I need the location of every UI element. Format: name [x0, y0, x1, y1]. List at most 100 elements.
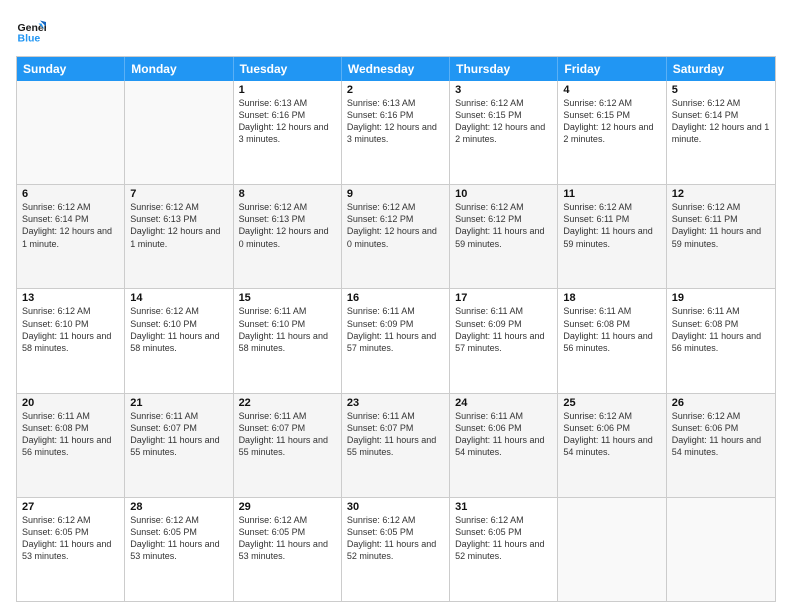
- cell-sun-info: Sunrise: 6:11 AM Sunset: 6:09 PM Dayligh…: [455, 305, 552, 354]
- day-number: 6: [22, 188, 119, 200]
- day-number: 16: [347, 292, 444, 304]
- page: General Blue SundayMondayTuesdayWednesda…: [0, 0, 792, 612]
- calendar-cell: 30Sunrise: 6:12 AM Sunset: 6:05 PM Dayli…: [342, 498, 450, 601]
- cell-sun-info: Sunrise: 6:12 AM Sunset: 6:05 PM Dayligh…: [347, 514, 444, 563]
- cell-sun-info: Sunrise: 6:12 AM Sunset: 6:14 PM Dayligh…: [22, 201, 119, 250]
- cell-sun-info: Sunrise: 6:12 AM Sunset: 6:05 PM Dayligh…: [455, 514, 552, 563]
- cell-sun-info: Sunrise: 6:12 AM Sunset: 6:10 PM Dayligh…: [22, 305, 119, 354]
- cell-sun-info: Sunrise: 6:11 AM Sunset: 6:07 PM Dayligh…: [347, 410, 444, 459]
- weekday-header-tuesday: Tuesday: [234, 57, 342, 81]
- calendar-cell: 15Sunrise: 6:11 AM Sunset: 6:10 PM Dayli…: [234, 289, 342, 392]
- day-number: 1: [239, 84, 336, 96]
- calendar-cell: 7Sunrise: 6:12 AM Sunset: 6:13 PM Daylig…: [125, 185, 233, 288]
- day-number: 30: [347, 501, 444, 513]
- calendar-cell: 18Sunrise: 6:11 AM Sunset: 6:08 PM Dayli…: [558, 289, 666, 392]
- day-number: 3: [455, 84, 552, 96]
- calendar-cell: 28Sunrise: 6:12 AM Sunset: 6:05 PM Dayli…: [125, 498, 233, 601]
- calendar-cell: 17Sunrise: 6:11 AM Sunset: 6:09 PM Dayli…: [450, 289, 558, 392]
- weekday-header-thursday: Thursday: [450, 57, 558, 81]
- day-number: 5: [672, 84, 770, 96]
- calendar-cell: 20Sunrise: 6:11 AM Sunset: 6:08 PM Dayli…: [17, 394, 125, 497]
- weekday-header-friday: Friday: [558, 57, 666, 81]
- weekday-header-monday: Monday: [125, 57, 233, 81]
- day-number: 13: [22, 292, 119, 304]
- weekday-header-wednesday: Wednesday: [342, 57, 450, 81]
- day-number: 19: [672, 292, 770, 304]
- day-number: 26: [672, 397, 770, 409]
- cell-sun-info: Sunrise: 6:11 AM Sunset: 6:08 PM Dayligh…: [22, 410, 119, 459]
- calendar-cell: 26Sunrise: 6:12 AM Sunset: 6:06 PM Dayli…: [667, 394, 775, 497]
- cell-sun-info: Sunrise: 6:12 AM Sunset: 6:13 PM Dayligh…: [239, 201, 336, 250]
- weekday-header-saturday: Saturday: [667, 57, 775, 81]
- day-number: 4: [563, 84, 660, 96]
- day-number: 25: [563, 397, 660, 409]
- cell-sun-info: Sunrise: 6:11 AM Sunset: 6:07 PM Dayligh…: [130, 410, 227, 459]
- calendar: SundayMondayTuesdayWednesdayThursdayFrid…: [16, 56, 776, 602]
- cell-sun-info: Sunrise: 6:12 AM Sunset: 6:05 PM Dayligh…: [22, 514, 119, 563]
- cell-sun-info: Sunrise: 6:11 AM Sunset: 6:09 PM Dayligh…: [347, 305, 444, 354]
- cell-sun-info: Sunrise: 6:12 AM Sunset: 6:06 PM Dayligh…: [563, 410, 660, 459]
- day-number: 22: [239, 397, 336, 409]
- day-number: 24: [455, 397, 552, 409]
- day-number: 11: [563, 188, 660, 200]
- calendar-cell: 9Sunrise: 6:12 AM Sunset: 6:12 PM Daylig…: [342, 185, 450, 288]
- calendar-cell: 2Sunrise: 6:13 AM Sunset: 6:16 PM Daylig…: [342, 81, 450, 184]
- calendar-row-5: 27Sunrise: 6:12 AM Sunset: 6:05 PM Dayli…: [17, 497, 775, 601]
- day-number: 27: [22, 501, 119, 513]
- cell-sun-info: Sunrise: 6:11 AM Sunset: 6:06 PM Dayligh…: [455, 410, 552, 459]
- day-number: 2: [347, 84, 444, 96]
- cell-sun-info: Sunrise: 6:12 AM Sunset: 6:15 PM Dayligh…: [455, 97, 552, 146]
- calendar-cell: 6Sunrise: 6:12 AM Sunset: 6:14 PM Daylig…: [17, 185, 125, 288]
- calendar-header-row: SundayMondayTuesdayWednesdayThursdayFrid…: [17, 57, 775, 81]
- cell-sun-info: Sunrise: 6:13 AM Sunset: 6:16 PM Dayligh…: [239, 97, 336, 146]
- calendar-row-3: 13Sunrise: 6:12 AM Sunset: 6:10 PM Dayli…: [17, 288, 775, 392]
- calendar-cell: 1Sunrise: 6:13 AM Sunset: 6:16 PM Daylig…: [234, 81, 342, 184]
- cell-sun-info: Sunrise: 6:11 AM Sunset: 6:10 PM Dayligh…: [239, 305, 336, 354]
- calendar-row-4: 20Sunrise: 6:11 AM Sunset: 6:08 PM Dayli…: [17, 393, 775, 497]
- calendar-cell: 19Sunrise: 6:11 AM Sunset: 6:08 PM Dayli…: [667, 289, 775, 392]
- day-number: 17: [455, 292, 552, 304]
- calendar-cell: 29Sunrise: 6:12 AM Sunset: 6:05 PM Dayli…: [234, 498, 342, 601]
- cell-sun-info: Sunrise: 6:12 AM Sunset: 6:11 PM Dayligh…: [672, 201, 770, 250]
- day-number: 31: [455, 501, 552, 513]
- cell-sun-info: Sunrise: 6:12 AM Sunset: 6:05 PM Dayligh…: [130, 514, 227, 563]
- calendar-cell: 21Sunrise: 6:11 AM Sunset: 6:07 PM Dayli…: [125, 394, 233, 497]
- day-number: 14: [130, 292, 227, 304]
- calendar-cell: [125, 81, 233, 184]
- cell-sun-info: Sunrise: 6:11 AM Sunset: 6:07 PM Dayligh…: [239, 410, 336, 459]
- calendar-cell: 14Sunrise: 6:12 AM Sunset: 6:10 PM Dayli…: [125, 289, 233, 392]
- logo: General Blue: [16, 16, 46, 46]
- day-number: 15: [239, 292, 336, 304]
- day-number: 29: [239, 501, 336, 513]
- calendar-cell: 12Sunrise: 6:12 AM Sunset: 6:11 PM Dayli…: [667, 185, 775, 288]
- calendar-cell: [17, 81, 125, 184]
- calendar-cell: 27Sunrise: 6:12 AM Sunset: 6:05 PM Dayli…: [17, 498, 125, 601]
- calendar-cell: 10Sunrise: 6:12 AM Sunset: 6:12 PM Dayli…: [450, 185, 558, 288]
- header: General Blue: [16, 16, 776, 46]
- calendar-row-1: 1Sunrise: 6:13 AM Sunset: 6:16 PM Daylig…: [17, 81, 775, 184]
- cell-sun-info: Sunrise: 6:12 AM Sunset: 6:11 PM Dayligh…: [563, 201, 660, 250]
- day-number: 7: [130, 188, 227, 200]
- day-number: 23: [347, 397, 444, 409]
- calendar-cell: 5Sunrise: 6:12 AM Sunset: 6:14 PM Daylig…: [667, 81, 775, 184]
- calendar-cell: 13Sunrise: 6:12 AM Sunset: 6:10 PM Dayli…: [17, 289, 125, 392]
- calendar-cell: [558, 498, 666, 601]
- calendar-cell: 22Sunrise: 6:11 AM Sunset: 6:07 PM Dayli…: [234, 394, 342, 497]
- cell-sun-info: Sunrise: 6:12 AM Sunset: 6:12 PM Dayligh…: [347, 201, 444, 250]
- calendar-cell: 25Sunrise: 6:12 AM Sunset: 6:06 PM Dayli…: [558, 394, 666, 497]
- calendar-cell: 16Sunrise: 6:11 AM Sunset: 6:09 PM Dayli…: [342, 289, 450, 392]
- cell-sun-info: Sunrise: 6:12 AM Sunset: 6:05 PM Dayligh…: [239, 514, 336, 563]
- day-number: 12: [672, 188, 770, 200]
- calendar-body: 1Sunrise: 6:13 AM Sunset: 6:16 PM Daylig…: [17, 81, 775, 601]
- calendar-cell: [667, 498, 775, 601]
- cell-sun-info: Sunrise: 6:12 AM Sunset: 6:12 PM Dayligh…: [455, 201, 552, 250]
- cell-sun-info: Sunrise: 6:12 AM Sunset: 6:10 PM Dayligh…: [130, 305, 227, 354]
- calendar-cell: 8Sunrise: 6:12 AM Sunset: 6:13 PM Daylig…: [234, 185, 342, 288]
- cell-sun-info: Sunrise: 6:11 AM Sunset: 6:08 PM Dayligh…: [672, 305, 770, 354]
- cell-sun-info: Sunrise: 6:12 AM Sunset: 6:14 PM Dayligh…: [672, 97, 770, 146]
- logo-icon: General Blue: [16, 16, 46, 46]
- cell-sun-info: Sunrise: 6:12 AM Sunset: 6:06 PM Dayligh…: [672, 410, 770, 459]
- calendar-row-2: 6Sunrise: 6:12 AM Sunset: 6:14 PM Daylig…: [17, 184, 775, 288]
- day-number: 28: [130, 501, 227, 513]
- calendar-cell: 3Sunrise: 6:12 AM Sunset: 6:15 PM Daylig…: [450, 81, 558, 184]
